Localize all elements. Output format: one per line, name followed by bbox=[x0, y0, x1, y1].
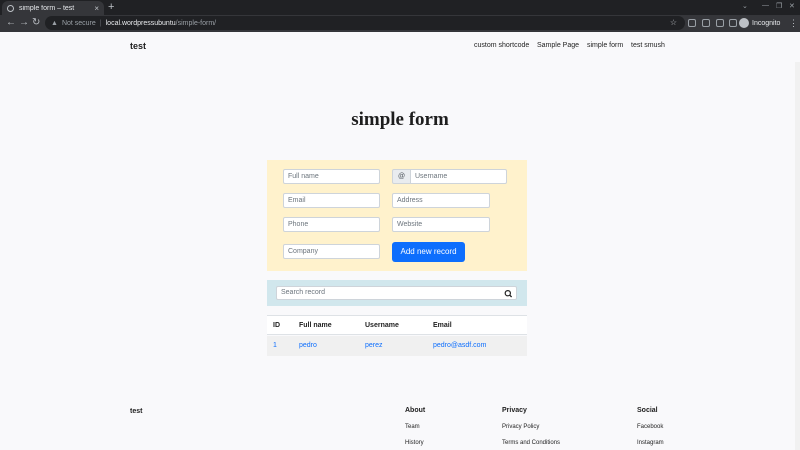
side-panel-icon[interactable] bbox=[729, 19, 737, 27]
add-record-button[interactable]: Add new record bbox=[392, 242, 465, 262]
table-header-row: ID Full name Username Email bbox=[267, 315, 527, 335]
page-title: simple form bbox=[351, 109, 449, 130]
close-window-icon[interactable]: ✕ bbox=[789, 2, 795, 10]
puzzle-icon[interactable] bbox=[716, 19, 724, 27]
username-field[interactable]: Username bbox=[410, 169, 507, 184]
cell-fullname[interactable]: pedro bbox=[299, 342, 317, 349]
cell-username[interactable]: perez bbox=[365, 342, 383, 349]
nav-custom-shortcode[interactable]: custom shortcode bbox=[474, 42, 529, 49]
footer-heading-about: About bbox=[405, 407, 426, 414]
phone-field[interactable]: Phone bbox=[283, 217, 380, 232]
footer-link-history[interactable]: History bbox=[405, 440, 424, 446]
url-path: /simple-form/ bbox=[175, 19, 217, 27]
minimize-icon[interactable]: — bbox=[762, 2, 769, 9]
company-field[interactable]: Company bbox=[283, 244, 380, 259]
header-username: Username bbox=[365, 322, 399, 329]
incognito-label: Incognito bbox=[752, 19, 781, 27]
site-header: test custom shortcode Sample Page simple… bbox=[0, 32, 800, 62]
new-tab-icon[interactable]: + bbox=[108, 1, 114, 13]
warning-icon: ▲ bbox=[51, 19, 58, 27]
bookmark-star-icon[interactable]: ☆ bbox=[670, 18, 677, 27]
address-bar[interactable]: ▲ Not secure | local.wordpressubuntu/sim… bbox=[45, 16, 685, 30]
nav-test-smush[interactable]: test smush bbox=[631, 42, 665, 49]
cell-id[interactable]: 1 bbox=[273, 342, 277, 349]
fullname-field[interactable]: Full name bbox=[283, 169, 380, 184]
header-fullname: Full name bbox=[299, 322, 332, 329]
browser-tab[interactable]: simple form – test × bbox=[2, 1, 104, 15]
site-title[interactable]: test bbox=[130, 41, 146, 51]
reload-icon[interactable]: ↻ bbox=[32, 17, 40, 29]
footer-link-privacy-policy[interactable]: Privacy Policy bbox=[502, 424, 539, 430]
security-label: Not secure bbox=[61, 19, 96, 27]
header-id: ID bbox=[273, 322, 280, 329]
header-email: Email bbox=[433, 322, 452, 329]
tab-title: simple form – test bbox=[19, 4, 75, 12]
footer-link-team[interactable]: Team bbox=[405, 424, 420, 430]
nav-sample-page[interactable]: Sample Page bbox=[537, 42, 579, 49]
tab-search-icon[interactable]: ⌄ bbox=[742, 2, 748, 10]
more-menu-icon[interactable]: ⋮ bbox=[789, 18, 798, 29]
forward-icon[interactable]: → bbox=[19, 17, 29, 29]
search-button[interactable] bbox=[500, 286, 517, 300]
footer-link-facebook[interactable]: Facebook bbox=[637, 424, 663, 430]
back-icon[interactable]: ← bbox=[6, 17, 16, 29]
incognito-indicator[interactable]: Incognito bbox=[739, 18, 780, 28]
url-separator: | bbox=[99, 19, 102, 27]
eye-off-icon[interactable] bbox=[688, 19, 696, 27]
incognito-icon bbox=[739, 18, 749, 28]
footer-link-terms[interactable]: Terms and Conditions bbox=[502, 440, 560, 446]
footer-heading-social: Social bbox=[637, 407, 658, 414]
browser-tab-strip: simple form – test × + ⌄ — ❐ ✕ bbox=[0, 0, 800, 15]
cell-email[interactable]: pedro@asdf.com bbox=[433, 342, 486, 349]
url-host: local.wordpressubuntu bbox=[105, 19, 176, 27]
at-addon: @ bbox=[392, 169, 411, 184]
footer-heading-privacy: Privacy bbox=[502, 407, 527, 414]
browser-toolbar: ← → ↻ ▲ Not secure | local.wordpressubun… bbox=[0, 15, 800, 32]
address-field[interactable]: Address bbox=[392, 193, 490, 208]
footer-site-title[interactable]: test bbox=[130, 408, 142, 415]
globe-icon bbox=[7, 4, 14, 12]
search-icon bbox=[504, 289, 513, 298]
close-tab-icon[interactable]: × bbox=[94, 4, 99, 13]
website-field[interactable]: Website bbox=[392, 217, 490, 232]
table-row[interactable]: 1 pedro perez pedro@asdf.com bbox=[267, 336, 527, 356]
email-field[interactable]: Email bbox=[283, 193, 380, 208]
restore-icon[interactable]: ❐ bbox=[776, 2, 782, 10]
extension-square-icon[interactable] bbox=[702, 19, 710, 27]
footer-link-instagram[interactable]: Instagram bbox=[637, 440, 664, 446]
search-input[interactable]: Search record bbox=[276, 286, 501, 300]
nav-simple-form[interactable]: simple form bbox=[587, 42, 623, 49]
